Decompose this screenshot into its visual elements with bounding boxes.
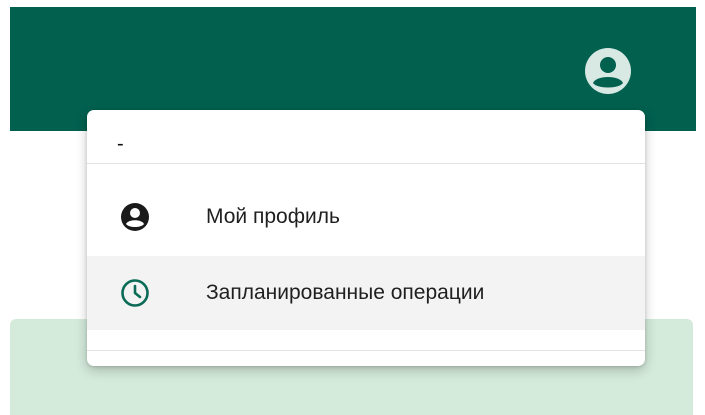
menu-item-label: Запланированные операции [206, 281, 485, 304]
user-dropdown-menu: - Мой профиль Запланированные операции [87, 110, 645, 366]
menu-item-label: Мой профиль [206, 205, 340, 228]
user-name: - [117, 133, 124, 155]
menu-item-scheduled-operations[interactable]: Запланированные операции [87, 256, 645, 330]
account-circle-icon [120, 202, 150, 232]
account-circle-icon [585, 48, 631, 94]
menu-divider [87, 350, 645, 351]
user-avatar-button[interactable] [583, 46, 633, 96]
menu-item-my-profile[interactable]: Мой профиль [87, 180, 645, 254]
clock-icon [120, 278, 150, 308]
menu-user-header: - [87, 110, 645, 164]
